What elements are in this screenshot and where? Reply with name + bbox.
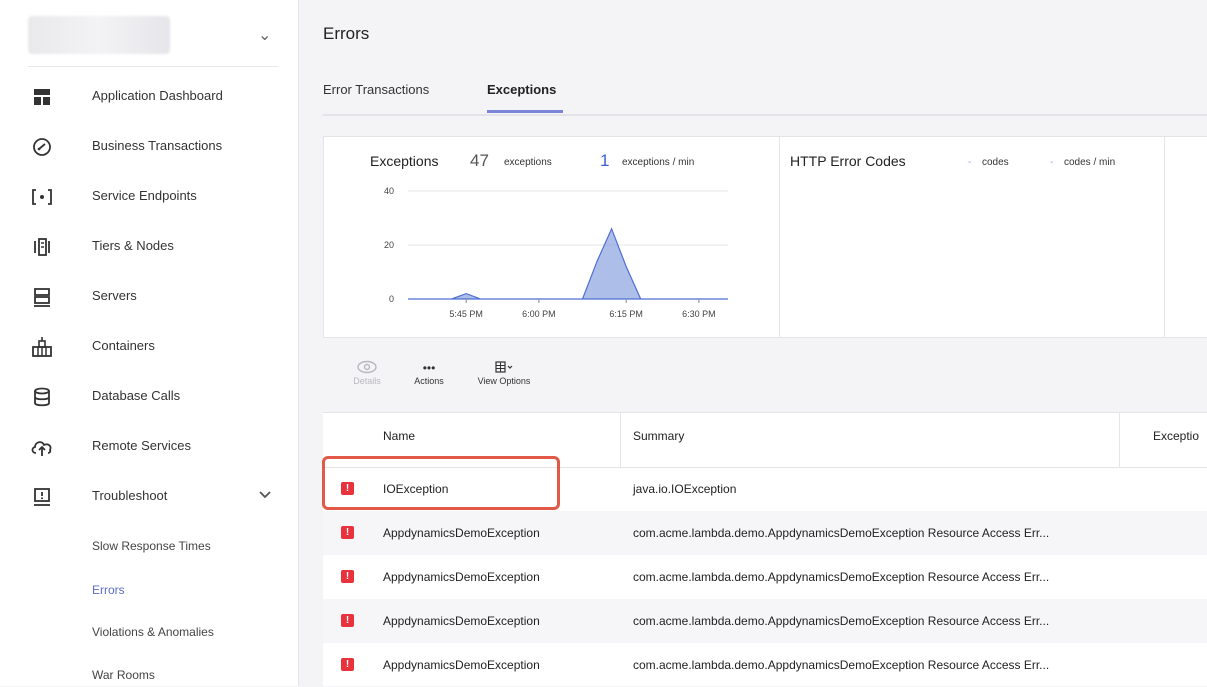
server-icon (30, 285, 54, 309)
sidebar-item-servers[interactable]: Servers (0, 277, 298, 317)
highlight-annotation (322, 456, 560, 510)
x-tick-label: 5:45 PM (449, 309, 483, 319)
exceptions-widget-title: Exceptions (370, 153, 438, 169)
exceptions-chart[interactable]: 40 20 0 5:45 PM 6:00 PM 6:15 PM 6:30 PM (368, 179, 738, 329)
sidebar-subitem-slow-response-times[interactable]: Slow Response Times (92, 539, 211, 553)
error-icon: ! (341, 526, 354, 539)
chevron-down-icon[interactable]: ⌄ (258, 25, 271, 45)
tab-bar: Error Transactions Exceptions (323, 80, 1207, 116)
sidebar-item-remote-services[interactable]: Remote Services (0, 427, 298, 467)
table-row[interactable]: ! AppdynamicsDemoException com.acme.lamb… (323, 643, 1207, 687)
exception-summary: com.acme.lambda.demo.AppdynamicsDemoExce… (633, 526, 1049, 540)
table-row[interactable]: ! AppdynamicsDemoException com.acme.lamb… (323, 555, 1207, 599)
container-icon (30, 335, 54, 359)
exception-name: AppdynamicsDemoException (383, 570, 540, 584)
sidebar-item-label: Database Calls (92, 388, 180, 403)
page-title: Errors (323, 24, 369, 44)
view-options-button[interactable]: View Options (469, 360, 539, 386)
codes-rate-unit: codes / min (1064, 157, 1115, 168)
details-label: Details (347, 376, 387, 386)
codes-value: - (968, 157, 971, 168)
tab-error-transactions[interactable]: Error Transactions (323, 82, 429, 97)
sidebar-subitem-violations-anomalies[interactable]: Violations & Anomalies (92, 625, 214, 639)
database-icon (30, 385, 54, 409)
sidebar-item-label: Remote Services (92, 438, 191, 453)
error-icon: ! (341, 658, 354, 671)
error-icon: ! (341, 570, 354, 583)
sidebar-item-business-transactions[interactable]: Business Transactions (0, 127, 298, 167)
exceptions-rate: 1 (600, 151, 609, 171)
exception-name: AppdynamicsDemoException (383, 526, 540, 540)
application-name-redacted (28, 16, 170, 54)
sidebar-item-application-dashboard[interactable]: Application Dashboard (0, 77, 298, 117)
tab-exceptions[interactable]: Exceptions (487, 82, 556, 97)
sidebar-subitem-war-rooms[interactable]: War Rooms (92, 668, 155, 682)
sidebar-item-label: Troubleshoot (92, 488, 167, 503)
active-tab-indicator (487, 110, 563, 113)
series-area (408, 229, 728, 299)
troubleshoot-icon (30, 485, 54, 509)
cloud-upload-icon (30, 435, 54, 459)
exception-summary: com.acme.lambda.demo.AppdynamicsDemoExce… (633, 658, 1049, 672)
widget-separator (1164, 137, 1165, 337)
exception-summary: java.io.IOException (633, 482, 736, 496)
tiers-icon (30, 235, 54, 259)
table-row[interactable]: ! AppdynamicsDemoException com.acme.lamb… (323, 599, 1207, 643)
endpoint-icon (30, 185, 54, 209)
sidebar-item-label: Servers (92, 288, 137, 303)
main-content: Errors Error Transactions Exceptions Exc… (299, 0, 1207, 686)
exception-summary: com.acme.lambda.demo.AppdynamicsDemoExce… (633, 614, 1049, 628)
column-header-name[interactable]: Name (383, 429, 415, 443)
details-button[interactable]: Details (347, 360, 387, 386)
codes-rate-value: - (1050, 157, 1053, 168)
widget-separator (779, 137, 780, 337)
sidebar-item-label: Business Transactions (92, 138, 222, 153)
y-tick-label: 20 (384, 240, 394, 250)
exceptions-count-unit: exceptions (504, 157, 552, 168)
exceptions-table: Name Summary Exceptio ! IOException java… (323, 412, 1207, 686)
sidebar-item-label: Service Endpoints (92, 188, 197, 203)
actions-label: Actions (407, 376, 451, 386)
sidebar-item-troubleshoot[interactable]: Troubleshoot (0, 477, 298, 517)
sidebar-subitem-errors[interactable]: Errors (92, 583, 125, 597)
sidebar: ⌄ Application Dashboard Business Transac… (0, 0, 299, 686)
table-row[interactable]: ! AppdynamicsDemoException com.acme.lamb… (323, 511, 1207, 555)
exception-name: AppdynamicsDemoException (383, 658, 540, 672)
exceptions-count: 47 (470, 151, 489, 171)
sidebar-item-label: Tiers & Nodes (92, 238, 174, 253)
dashboard-icon (30, 85, 54, 109)
sidebar-item-containers[interactable]: Containers (0, 327, 298, 367)
x-tick-label: 6:30 PM (682, 309, 716, 319)
exceptions-rate-unit: exceptions / min (622, 157, 694, 168)
gauge-icon (30, 135, 54, 159)
more-dots-icon: ••• (407, 360, 451, 376)
application-selector[interactable]: ⌄ (28, 12, 278, 58)
eye-icon (347, 360, 387, 376)
column-separator[interactable] (1119, 413, 1120, 467)
y-tick-label: 0 (389, 294, 394, 304)
codes-unit: codes (982, 157, 1009, 168)
metrics-widgets: Exceptions 47 exceptions 1 exceptions / … (323, 136, 1207, 338)
view-options-label: View Options (469, 376, 539, 386)
actions-button[interactable]: ••• Actions (407, 360, 451, 386)
column-header-exception[interactable]: Exceptio (1153, 429, 1199, 443)
http-error-codes-title: HTTP Error Codes (790, 153, 906, 169)
y-tick-label: 40 (384, 186, 394, 196)
sidebar-item-database-calls[interactable]: Database Calls (0, 377, 298, 417)
column-separator[interactable] (620, 413, 621, 467)
exception-name: AppdynamicsDemoException (383, 614, 540, 628)
divider (28, 66, 278, 67)
error-icon: ! (341, 614, 354, 627)
sidebar-item-service-endpoints[interactable]: Service Endpoints (0, 177, 298, 217)
x-tick-label: 6:00 PM (522, 309, 556, 319)
sidebar-item-label: Containers (92, 338, 155, 353)
view-options-icon (469, 360, 539, 376)
exception-summary: com.acme.lambda.demo.AppdynamicsDemoExce… (633, 570, 1049, 584)
column-header-summary[interactable]: Summary (633, 429, 684, 443)
sidebar-item-tiers-nodes[interactable]: Tiers & Nodes (0, 227, 298, 267)
sidebar-item-label: Application Dashboard (92, 88, 223, 103)
x-tick-label: 6:15 PM (609, 309, 643, 319)
chevron-down-icon[interactable] (258, 487, 272, 503)
